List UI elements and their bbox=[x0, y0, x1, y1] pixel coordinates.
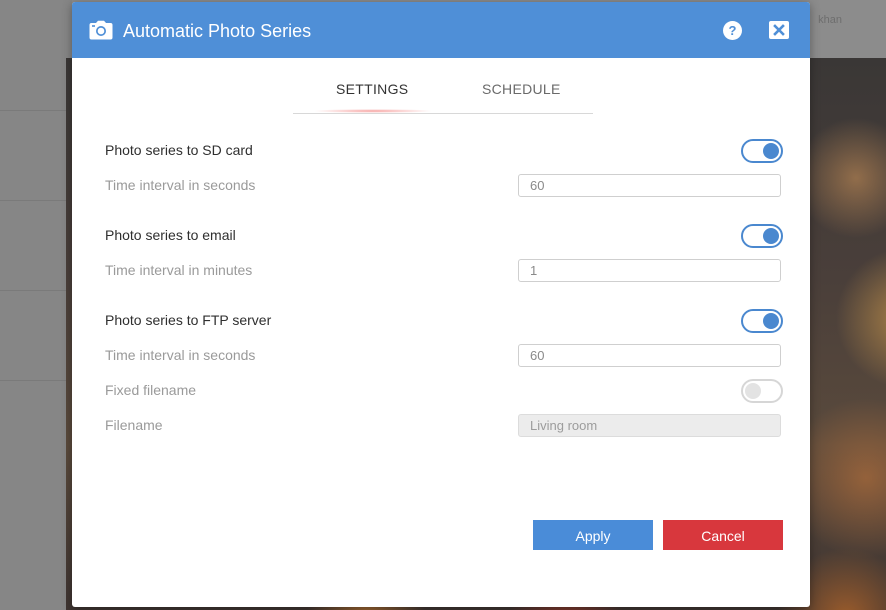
sd-card-interval-field bbox=[518, 174, 781, 197]
divider bbox=[0, 110, 72, 111]
filename-input[interactable] bbox=[519, 415, 770, 436]
email-interval-label: Time interval in minutes bbox=[105, 262, 253, 278]
divider bbox=[0, 200, 72, 201]
close-icon[interactable] bbox=[769, 21, 789, 39]
toggle-knob bbox=[763, 313, 779, 329]
ftp-toggle[interactable] bbox=[741, 309, 783, 333]
divider bbox=[0, 290, 72, 291]
automatic-photo-series-dialog: Automatic Photo Series ? SETTINGS SCHEDU… bbox=[72, 2, 810, 607]
apply-button[interactable]: Apply bbox=[533, 520, 653, 550]
ftp-interval-input[interactable] bbox=[519, 345, 770, 366]
ftp-label: Photo series to FTP server bbox=[105, 312, 272, 328]
ftp-interval-label: Time interval in seconds bbox=[105, 347, 256, 363]
fixed-filename-label: Fixed filename bbox=[105, 382, 197, 398]
tab-settings[interactable]: SETTINGS bbox=[336, 81, 408, 97]
camera-icon bbox=[89, 20, 113, 40]
ftp-interval-field bbox=[518, 344, 781, 367]
sd-card-interval-input[interactable] bbox=[519, 175, 770, 196]
filename-field bbox=[518, 414, 781, 437]
email-label: Photo series to email bbox=[105, 227, 236, 243]
tab-schedule[interactable]: SCHEDULE bbox=[482, 81, 561, 97]
toggle-knob bbox=[763, 143, 779, 159]
email-toggle[interactable] bbox=[741, 224, 783, 248]
email-interval-input[interactable] bbox=[519, 260, 770, 281]
help-icon[interactable]: ? bbox=[723, 21, 742, 40]
dialog-title: Automatic Photo Series bbox=[123, 21, 312, 41]
sd-card-label: Photo series to SD card bbox=[105, 142, 253, 158]
dialog-header: Automatic Photo Series ? bbox=[72, 2, 810, 58]
background-sidebar bbox=[0, 0, 72, 610]
email-interval-field bbox=[518, 259, 781, 282]
fixed-filename-toggle[interactable] bbox=[741, 379, 783, 403]
toggle-knob bbox=[745, 383, 761, 399]
sd-card-interval-label: Time interval in seconds bbox=[105, 177, 256, 193]
filename-label: Filename bbox=[105, 417, 163, 433]
active-tab-indicator bbox=[313, 109, 433, 113]
divider bbox=[0, 380, 72, 381]
toggle-knob bbox=[763, 228, 779, 244]
background-header-text: khan bbox=[818, 14, 842, 26]
sd-card-toggle[interactable] bbox=[741, 139, 783, 163]
cancel-button[interactable]: Cancel bbox=[663, 520, 783, 550]
tab-bar: SETTINGS SCHEDULE bbox=[293, 69, 593, 114]
